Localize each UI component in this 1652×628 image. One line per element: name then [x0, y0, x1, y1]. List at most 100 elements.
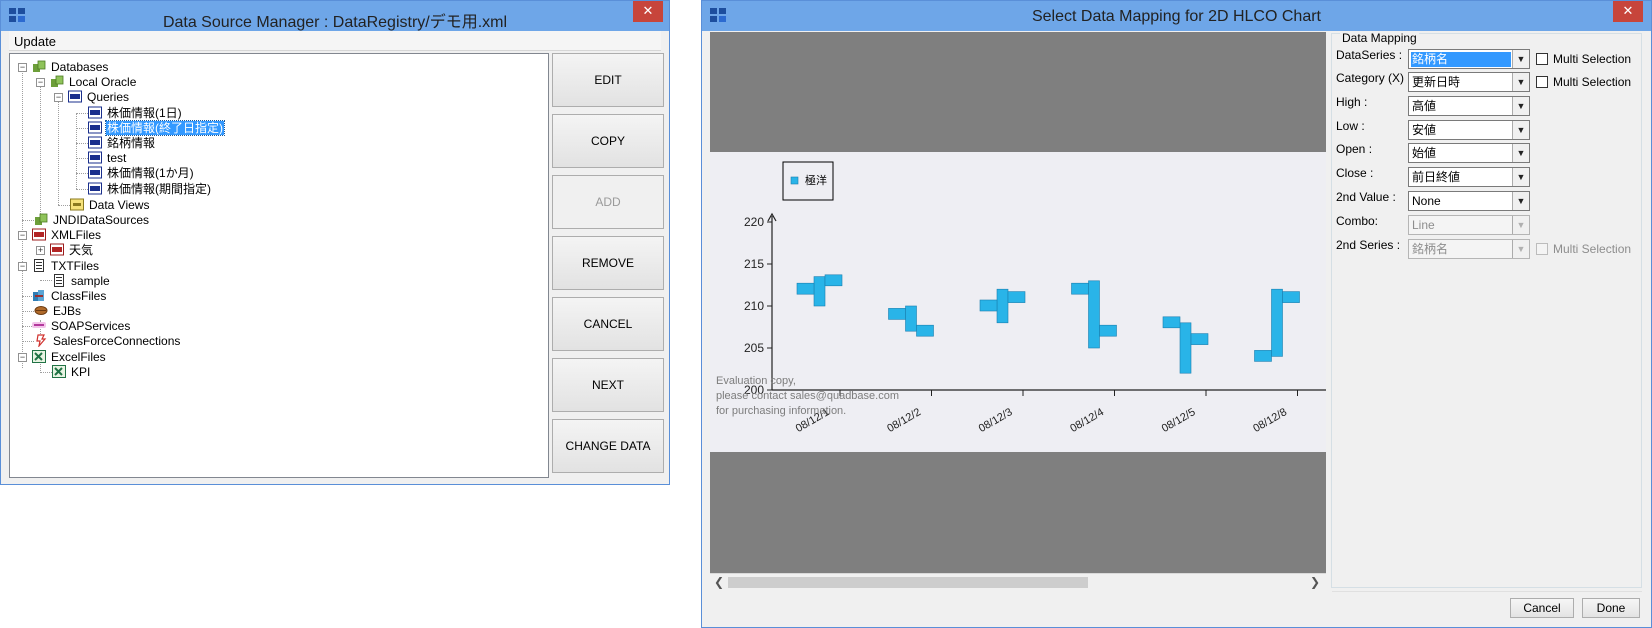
close-tick: [1190, 333, 1209, 345]
chevron-down-icon[interactable]: ▼: [1512, 240, 1529, 258]
tree-label: ClassFiles: [51, 289, 107, 303]
cancel-button[interactable]: Cancel: [1510, 598, 1574, 618]
remove-button[interactable]: REMOVE: [552, 236, 664, 290]
open-tick: [1071, 282, 1089, 295]
data-source-tree[interactable]: − Databases − Local Oracle − Queries 株価情…: [9, 53, 549, 478]
y-tick-label: 215: [744, 257, 764, 271]
select-data-mapping-window: Select Data Mapping for 2D HLCO Chart ✕ …: [701, 0, 1652, 628]
chevron-down-icon[interactable]: ▼: [1512, 168, 1529, 186]
title-bar[interactable]: Data Source Manager : DataRegistry/デモ用.x…: [1, 1, 669, 31]
combo-select[interactable]: Line ▼: [1408, 215, 1530, 235]
selected-value: Line: [1412, 218, 1435, 232]
tree-label: 株価情報(期間指定): [107, 182, 211, 196]
sql-icon: [88, 136, 102, 149]
selected-value: 前日終値: [1412, 170, 1461, 184]
checkbox[interactable]: [1536, 243, 1548, 255]
chevron-down-icon[interactable]: ▼: [1512, 73, 1529, 91]
chevron-down-icon[interactable]: ▼: [1512, 216, 1529, 234]
open-row: Open : 始値 ▼: [1332, 142, 1637, 164]
selected-value: 安値: [1412, 123, 1437, 137]
close-row: Close : 前日終値 ▼: [1332, 166, 1637, 188]
checkbox[interactable]: [1536, 76, 1548, 88]
y-tick-label: 220: [744, 215, 764, 229]
collapse-toggle[interactable]: −: [54, 93, 63, 102]
title-bar[interactable]: Select Data Mapping for 2D HLCO Chart ✕: [702, 1, 1651, 31]
sql-icon: [68, 90, 82, 103]
selected-value: 銘柄名: [1412, 242, 1449, 256]
dataseries-select[interactable]: 銘柄名 ▼: [1408, 49, 1530, 69]
tree-label: TXTFiles: [51, 259, 99, 273]
close-tick: [1282, 291, 1300, 303]
second-value-select[interactable]: None ▼: [1408, 191, 1530, 211]
excel-icon: [52, 365, 66, 378]
excel-icon: [32, 350, 46, 363]
expand-toggle[interactable]: +: [36, 246, 45, 255]
text-file-icon: [54, 274, 64, 287]
close-select[interactable]: 前日終値 ▼: [1408, 167, 1530, 187]
soap-icon: [32, 322, 46, 328]
collapse-toggle[interactable]: −: [18, 63, 27, 72]
collapse-toggle[interactable]: −: [36, 78, 45, 87]
window-body: Update − Databases − Local Oracle − Quer…: [7, 31, 664, 478]
next-button[interactable]: NEXT: [552, 358, 664, 412]
checkbox-label: Multi Selection: [1553, 242, 1632, 256]
tree-label: XMLFiles: [51, 228, 102, 242]
close-button[interactable]: ✕: [1613, 1, 1643, 22]
checkbox[interactable]: [1536, 53, 1548, 65]
tree-label: Queries: [87, 90, 130, 104]
open-select[interactable]: 始値 ▼: [1408, 143, 1530, 163]
add-button[interactable]: ADD: [552, 175, 664, 229]
chevron-down-icon[interactable]: ▼: [1512, 97, 1529, 115]
chevron-down-icon[interactable]: ▼: [1512, 144, 1529, 162]
category-select[interactable]: 更新日時 ▼: [1408, 72, 1530, 92]
xml-icon: [50, 243, 64, 256]
chevron-down-icon[interactable]: ▼: [1512, 50, 1529, 68]
evaluation-watermark: for purchasing information.: [716, 405, 846, 417]
collapse-toggle[interactable]: −: [18, 231, 27, 240]
copy-button[interactable]: COPY: [552, 114, 664, 168]
tree-label: Data Views: [89, 198, 150, 212]
collapse-toggle[interactable]: −: [18, 353, 27, 362]
x-tick-label: 08/12/8: [1251, 406, 1289, 435]
window-body: 極洋 200 205 210 215 220 08/12/1 08/12/2 08/12/3 08…: [709, 31, 1644, 621]
category-row: Category (X) : 更新日時 ▼ Multi Selection: [1332, 71, 1637, 93]
collapse-toggle[interactable]: −: [18, 262, 27, 271]
tree-label: Local Oracle: [69, 75, 137, 89]
change-data-button[interactable]: CHANGE DATA: [552, 419, 664, 473]
chart-preview: 極洋 200 205 210 215 220 08/12/1 08/12/2 08/12/3 08…: [710, 32, 1326, 573]
sql-icon: [88, 151, 102, 164]
combo-label: Combo:: [1336, 214, 1379, 228]
low-select[interactable]: 安値 ▼: [1408, 120, 1530, 140]
high-low-bar: [813, 276, 826, 307]
tree-label: SOAPServices: [51, 319, 131, 333]
done-button[interactable]: Done: [1582, 598, 1640, 618]
high-select[interactable]: 高値 ▼: [1408, 96, 1530, 116]
tree-label: test: [107, 151, 127, 165]
scroll-thumb[interactable]: [728, 577, 1088, 588]
y-tick-label: 205: [744, 341, 764, 355]
edit-button[interactable]: EDIT: [552, 53, 664, 107]
high-low-bar: [905, 305, 917, 332]
chevron-down-icon[interactable]: ▼: [1512, 121, 1529, 139]
menu-update[interactable]: Update: [14, 34, 56, 49]
tree-label: 株価情報(終了日指定): [105, 120, 225, 136]
sql-icon: [88, 166, 102, 179]
chevron-down-icon[interactable]: ▼: [1512, 192, 1529, 210]
close-button[interactable]: ✕: [633, 1, 663, 22]
high-low-bar: [1179, 322, 1192, 374]
sql-icon: [88, 182, 102, 195]
hlco-chart: 極洋20020521021522008/12/1 08/12/2 08/12/3 08…: [716, 161, 1326, 435]
second-series-select[interactable]: 銘柄名 ▼: [1408, 239, 1530, 259]
open-tick: [1162, 316, 1181, 329]
tree-label: 天気: [69, 243, 94, 257]
close-tick: [916, 324, 934, 337]
scroll-right-icon[interactable]: ❯: [1310, 575, 1320, 589]
checkbox-label: Multi Selection: [1553, 52, 1632, 66]
horizontal-scrollbar[interactable]: ❮ ❯: [710, 573, 1326, 590]
cancel-button[interactable]: CANCEL: [552, 297, 664, 351]
data-mapping-group: Data Mapping DataSeries : 銘柄名 ▼ Multi Se…: [1331, 31, 1642, 588]
divider: [1332, 591, 1642, 592]
second-series-label: 2nd Series :: [1336, 238, 1401, 252]
selected-value: 銘柄名: [1411, 52, 1511, 67]
scroll-left-icon[interactable]: ❮: [714, 575, 724, 589]
